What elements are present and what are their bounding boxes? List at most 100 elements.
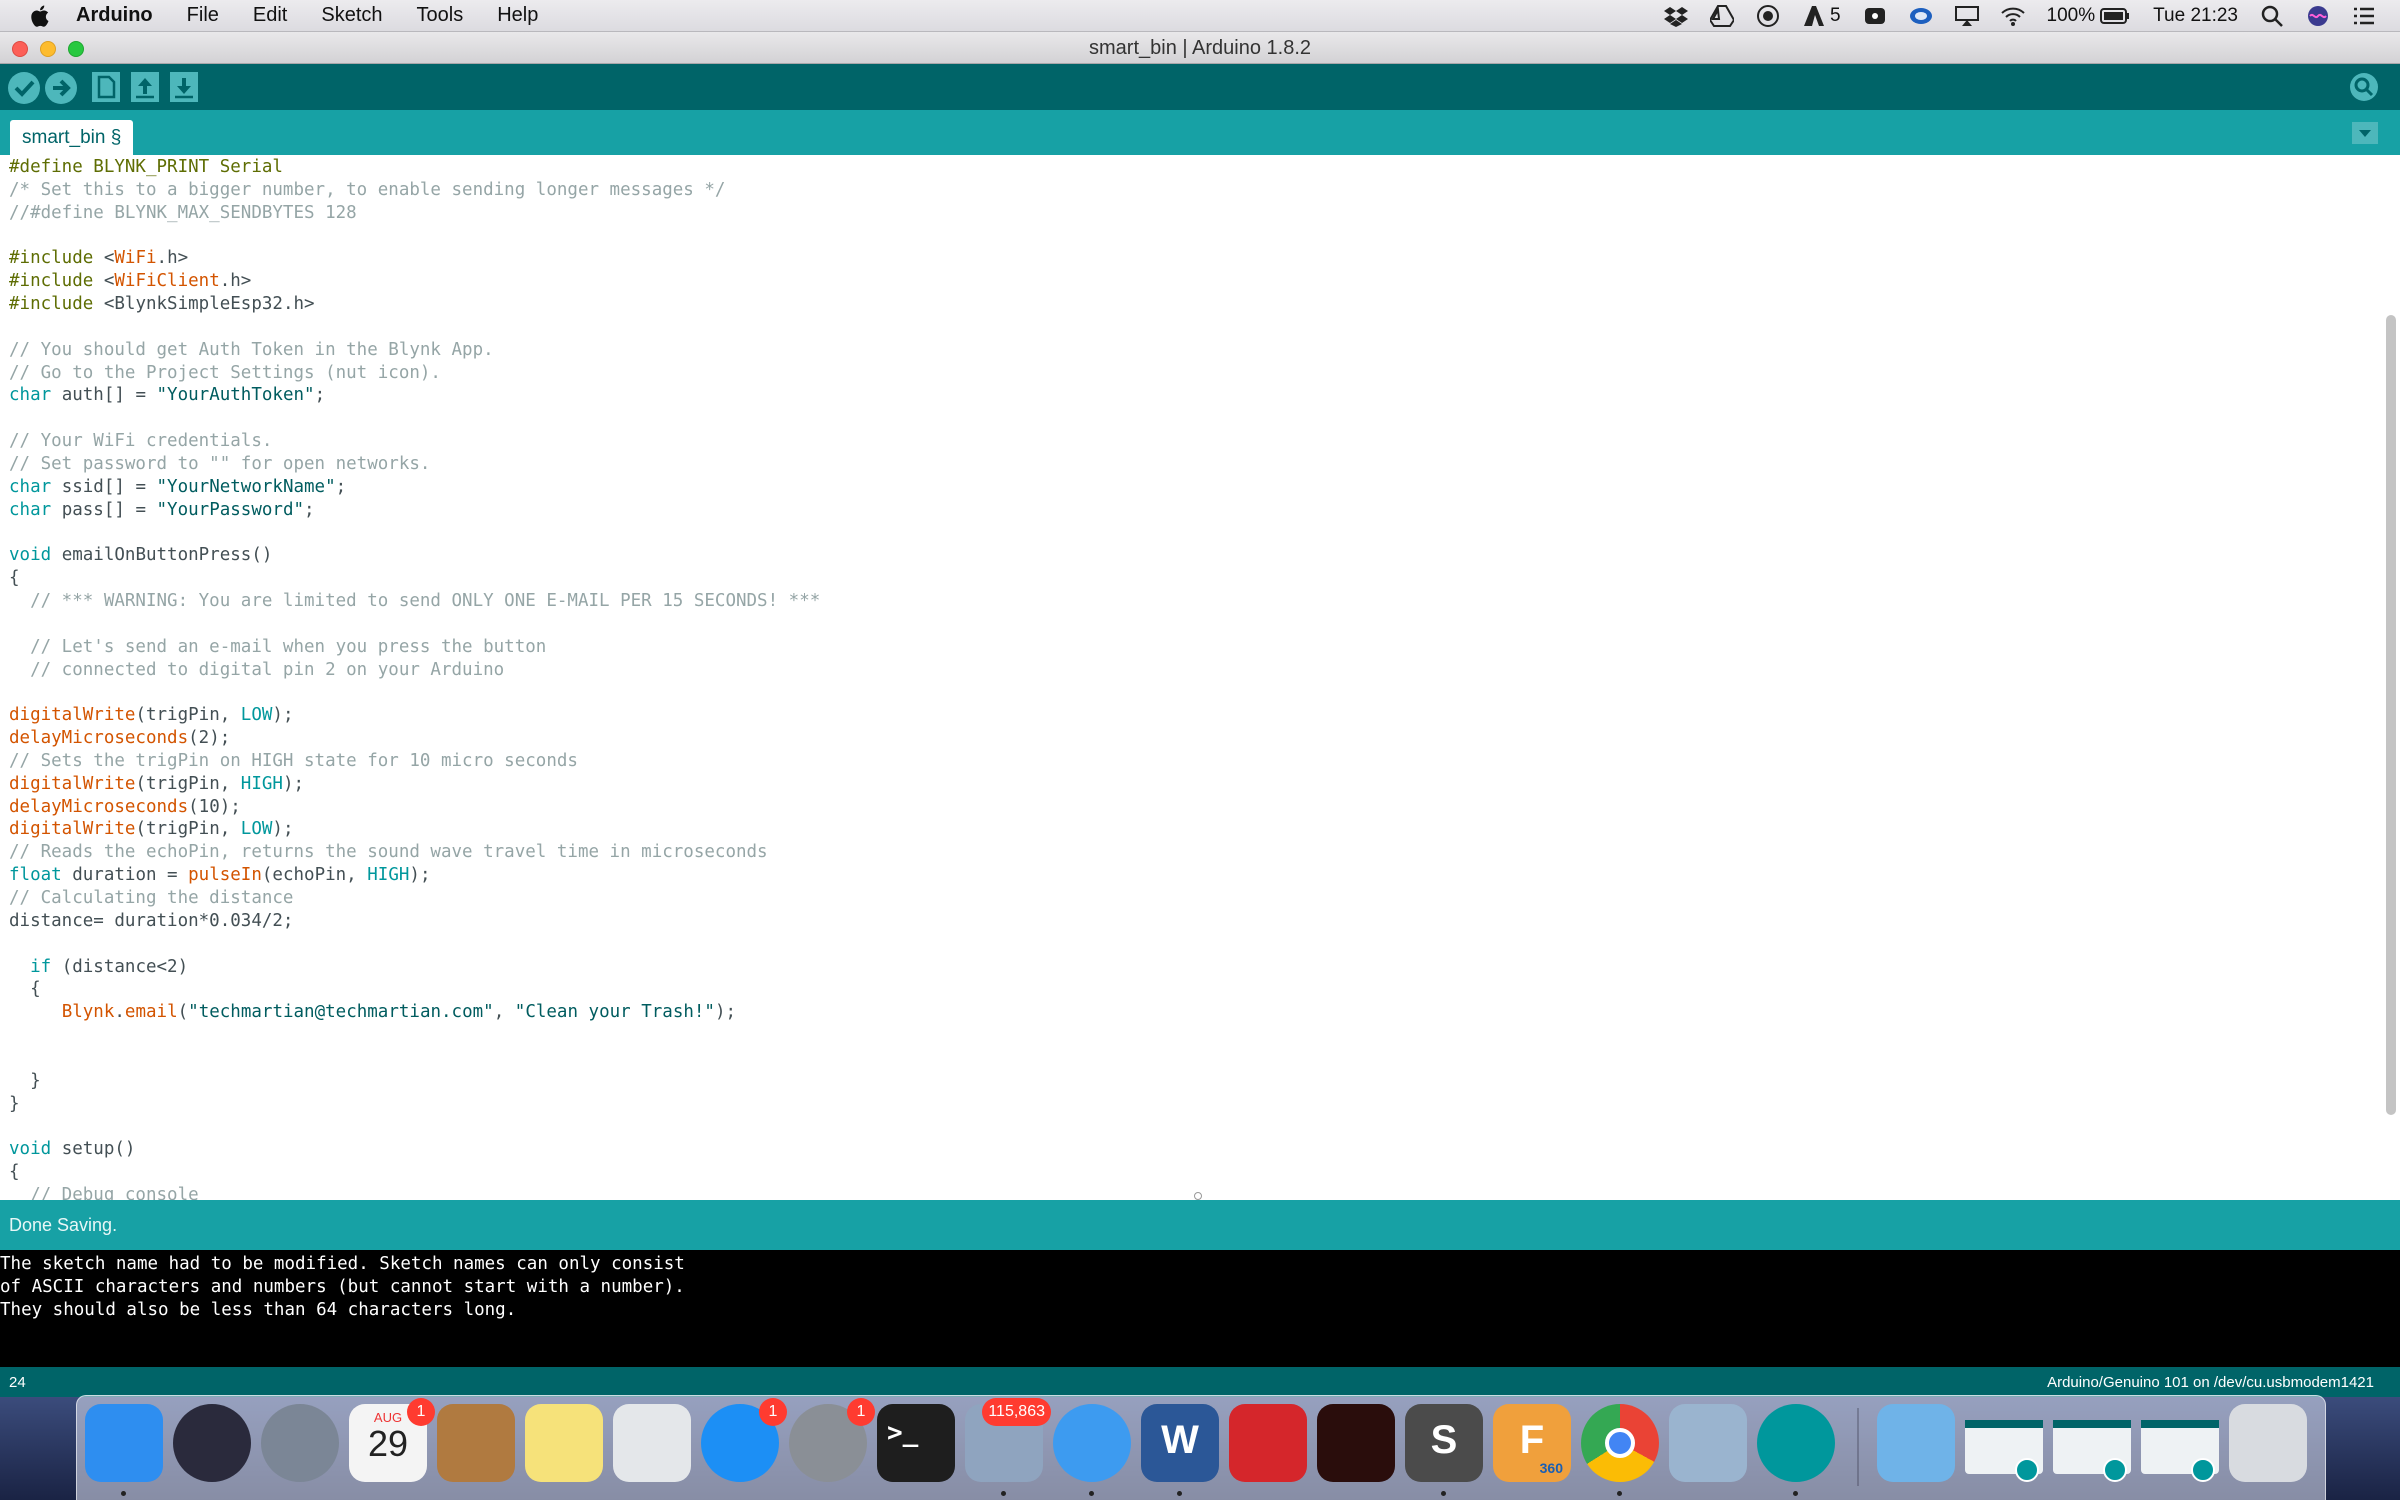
notes-icon[interactable] — [525, 1404, 603, 1482]
line-number: 24 — [9, 1374, 26, 1391]
contacts-icon[interactable] — [437, 1404, 515, 1482]
menu-file[interactable]: File — [187, 4, 219, 27]
arduino-icon[interactable] — [1757, 1404, 1835, 1496]
sublime-text-glyph: S — [1430, 1418, 1458, 1462]
close-window-button[interactable] — [12, 41, 28, 57]
launchpad-icon[interactable] — [261, 1404, 339, 1482]
running-indicator — [1793, 1491, 1798, 1496]
spotlight-search-icon[interactable] — [2260, 5, 2284, 27]
battery-status[interactable]: 100% — [2047, 5, 2132, 27]
battery-percent: 100% — [2046, 5, 2096, 26]
save-sketch-button[interactable] — [170, 72, 198, 102]
preview-icon[interactable] — [613, 1404, 691, 1482]
arduino-toolbar — [0, 64, 2400, 110]
console-text: The sketch name had to be modified. Sket… — [0, 1254, 685, 1320]
chrome-icon[interactable] — [1581, 1404, 1659, 1496]
sublime-text-icon[interactable]: S — [1405, 1404, 1483, 1496]
fusion360-icon[interactable]: F 360 — [1493, 1404, 1571, 1482]
trash-icon[interactable] — [2229, 1404, 2307, 1482]
serial-monitor-button[interactable] — [2350, 73, 2378, 101]
new-sketch-button[interactable] — [92, 72, 120, 102]
arduino-window-thumbnail[interactable] — [2141, 1420, 2219, 1482]
running-indicator — [1001, 1491, 1006, 1496]
tab-menu-button[interactable] — [2352, 122, 2378, 144]
terminal-glyph: >_ — [887, 1418, 919, 1448]
code-text[interactable]: #define BLYNK_PRINT Serial /* Set this t… — [9, 156, 820, 1200]
running-indicator — [1177, 1491, 1182, 1496]
menu-tools[interactable]: Tools — [417, 4, 464, 27]
creative-cloud-icon[interactable] — [1863, 5, 1887, 27]
google-drive-icon[interactable] — [1709, 5, 1734, 27]
system-preferences-icon[interactable]: 1 — [789, 1398, 875, 1482]
battery-icon — [2100, 8, 2130, 24]
record-icon[interactable] — [1756, 5, 1780, 27]
board-port-info: Arduino/Genuino 101 on /dev/cu.usbmodem1… — [2047, 1374, 2374, 1391]
zoom-window-button[interactable] — [68, 41, 84, 57]
calendar-day: 29 — [367, 1423, 409, 1464]
editor-scrollbar[interactable] — [2386, 315, 2396, 1115]
new-icon — [97, 75, 116, 99]
menu-bar: Arduino File Edit Sketch Tools Help 5 10… — [0, 0, 2400, 32]
downloads-folder-icon[interactable] — [1877, 1404, 1955, 1482]
running-indicator — [1617, 1491, 1622, 1496]
verify-button[interactable] — [8, 72, 40, 104]
apple-icon[interactable] — [26, 3, 56, 29]
notification-badge: 1 — [847, 1398, 875, 1426]
clock[interactable]: Tue 21:23 — [2153, 5, 2238, 27]
word-icon[interactable]: W — [1141, 1404, 1219, 1496]
editor-footer: 24 Arduino/Genuino 101 on /dev/cu.usbmod… — [0, 1367, 2400, 1397]
notification-badge: 1 — [407, 1398, 435, 1426]
notification-center-icon[interactable] — [2352, 5, 2376, 27]
app-store-icon[interactable]: 1 — [701, 1398, 787, 1482]
notification-badge: 1 — [759, 1398, 787, 1426]
chevron-down-icon — [2359, 130, 2371, 137]
arduino-window-thumbnail[interactable] — [2053, 1420, 2131, 1482]
vpn-icon[interactable] — [1909, 5, 1933, 27]
dropbox-icon[interactable] — [1663, 5, 1688, 27]
status-message: Done Saving. — [9, 1215, 118, 1235]
dock-separator — [1857, 1408, 1859, 1486]
acrobat-icon[interactable] — [1317, 1404, 1395, 1482]
status-bar: Done Saving. — [0, 1200, 2400, 1250]
image-viewer-icon[interactable] — [1669, 1404, 1747, 1482]
upload-icon — [53, 79, 71, 97]
code-editor[interactable]: #define BLYNK_PRINT Serial /* Set this t… — [0, 155, 2400, 1200]
arduino-window-thumbnail[interactable] — [1965, 1420, 2043, 1482]
mail-icon[interactable]: 115,863 — [965, 1398, 1051, 1496]
minimize-window-button[interactable] — [40, 41, 56, 57]
adobe-cc-status[interactable]: 5 — [1802, 5, 1841, 27]
menu-sketch[interactable]: Sketch — [321, 4, 382, 27]
dock: AUG 29 1 1 1 >_ 115,863 W S F 360 — [76, 1395, 2326, 1500]
menu-edit[interactable]: Edit — [253, 4, 287, 27]
airplay-icon[interactable] — [1954, 5, 1979, 27]
adobe-cc-count: 5 — [1829, 5, 1841, 26]
autocad-icon[interactable] — [1229, 1404, 1307, 1482]
pane-splitter-handle[interactable] — [1194, 1192, 1202, 1200]
save-icon — [175, 78, 193, 99]
verify-icon — [14, 80, 35, 97]
terminal-icon[interactable]: >_ — [877, 1404, 955, 1482]
menu-app-name[interactable]: Arduino — [76, 4, 153, 27]
siri-icon[interactable] — [173, 1404, 251, 1482]
calendar-icon[interactable]: AUG 29 1 — [349, 1398, 435, 1482]
safari-icon[interactable] — [1053, 1404, 1131, 1496]
upload-button[interactable] — [45, 72, 77, 104]
adobe-cc-icon — [1803, 6, 1824, 26]
menu-help[interactable]: Help — [497, 4, 538, 27]
running-indicator — [1089, 1491, 1094, 1496]
siri-menu-icon[interactable] — [2306, 5, 2330, 27]
fusion360-glyph: F — [1519, 1418, 1545, 1462]
fusion-360-label: 360 — [1539, 1460, 1563, 1476]
running-indicator — [121, 1491, 126, 1496]
window-title: smart_bin | Arduino 1.8.2 — [1089, 37, 1311, 59]
open-sketch-button[interactable] — [131, 72, 159, 102]
open-icon — [136, 78, 154, 99]
console-output[interactable]: The sketch name had to be modified. Sket… — [0, 1250, 2400, 1367]
tab-strip: smart_bin § — [0, 110, 2400, 155]
running-indicator — [1441, 1491, 1446, 1496]
finder-icon[interactable] — [85, 1404, 163, 1496]
magnifier-icon — [2354, 77, 2374, 97]
wifi-icon[interactable] — [2000, 5, 2025, 27]
tab-smart-bin[interactable]: smart_bin § — [10, 120, 134, 155]
window-title-bar: smart_bin | Arduino 1.8.2 — [0, 32, 2400, 64]
